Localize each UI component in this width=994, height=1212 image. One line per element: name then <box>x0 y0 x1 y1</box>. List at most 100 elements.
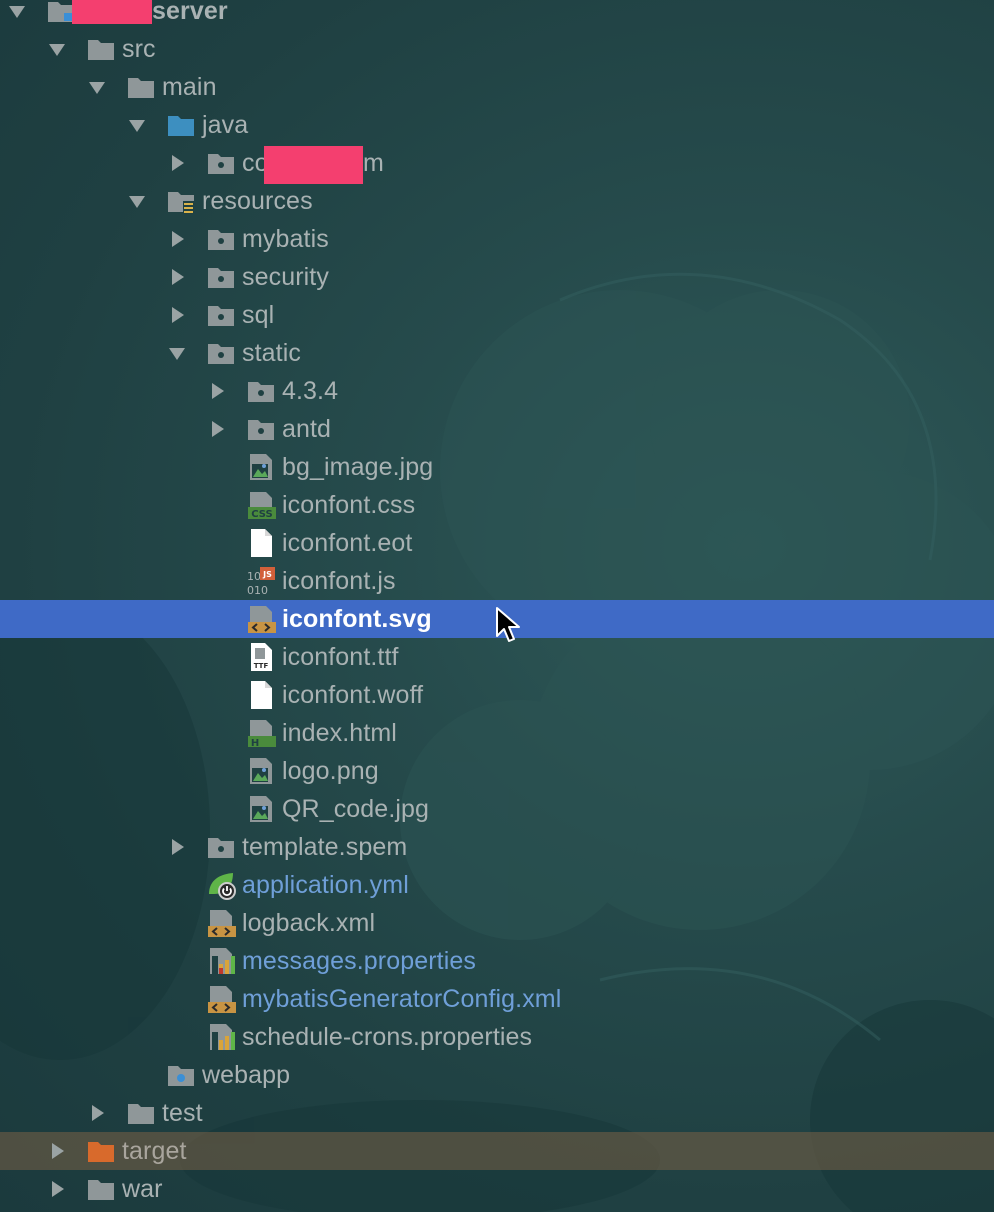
tree-label: messages.properties <box>242 946 476 975</box>
chevron-down-icon[interactable] <box>46 38 68 60</box>
chevron-right-icon[interactable] <box>46 1140 68 1162</box>
tree-label: schedule-crons.properties <box>242 1022 533 1051</box>
chevron-down-icon[interactable] <box>126 114 148 136</box>
tree-row-resources[interactable]: resources <box>0 182 994 220</box>
tree-label: security <box>242 262 329 291</box>
package-icon <box>206 832 236 862</box>
tree-label: sql <box>242 300 275 329</box>
package-icon <box>206 224 236 254</box>
tree-row-schedule-crons[interactable]: schedule-crons.properties <box>0 1018 994 1056</box>
source-root-folder-icon <box>166 110 196 140</box>
tree-row-bg-image[interactable]: bg_image.jpg <box>0 448 994 486</box>
spring-config-icon <box>206 870 236 900</box>
tree-row-security[interactable]: security <box>0 258 994 296</box>
tree-label: 4.3.4 <box>282 376 339 405</box>
tree-row-webapp[interactable]: webapp <box>0 1056 994 1094</box>
chevron-down-icon[interactable] <box>86 76 108 98</box>
tree-label: resources <box>202 186 313 215</box>
package-icon <box>206 262 236 292</box>
mouse-cursor-icon <box>496 607 520 642</box>
tree-row-index-html[interactable]: H index.html <box>0 714 994 752</box>
tree-row-iconfont-js[interactable]: 10 010 JS iconfont.js <box>0 562 994 600</box>
tree-row-package[interactable]: co m <box>0 144 994 184</box>
tree-row-java[interactable]: java <box>0 106 994 144</box>
image-file-icon <box>246 452 276 482</box>
tree-row-sql[interactable]: sql <box>0 296 994 334</box>
chevron-right-icon[interactable] <box>166 152 188 174</box>
tree-label: webapp <box>202 1060 291 1089</box>
chevron-down-icon[interactable] <box>6 0 28 22</box>
tree-row-iconfont-woff[interactable]: iconfont.woff <box>0 676 994 714</box>
properties-file-icon <box>206 1022 236 1052</box>
tree-label: template.spem <box>242 832 408 861</box>
tree-row-target[interactable]: target <box>0 1132 994 1170</box>
chevron-down-icon[interactable] <box>126 190 148 212</box>
chevron-right-icon[interactable] <box>46 1178 68 1200</box>
tree-label: iconfont.ttf <box>282 642 399 671</box>
xml-file-icon <box>206 908 236 938</box>
tree-row-logo-png[interactable]: logo.png <box>0 752 994 790</box>
chevron-right-icon[interactable] <box>166 266 188 288</box>
tree-row-iconfont-css[interactable]: CSS iconfont.css <box>0 486 994 524</box>
tree-row-test[interactable]: test <box>0 1094 994 1132</box>
tree-label: m <box>363 148 384 177</box>
tree-label: java <box>202 110 249 139</box>
package-icon <box>206 338 236 368</box>
svg-text:TTF: TTF <box>254 662 269 670</box>
tree-label: index.html <box>282 718 397 747</box>
tree-label: logback.xml <box>242 908 376 937</box>
web-folder-icon <box>166 1060 196 1090</box>
tree-label: src <box>122 34 156 63</box>
tree-label: antd <box>282 414 332 443</box>
chevron-right-icon[interactable] <box>86 1102 108 1124</box>
tree-row-qr-code[interactable]: QR_code.jpg <box>0 790 994 828</box>
image-file-icon <box>246 794 276 824</box>
chevron-right-icon[interactable] <box>206 418 228 440</box>
tree-row-4-3-4[interactable]: 4.3.4 <box>0 372 994 410</box>
tree-row-messages-properties[interactable]: messages.properties <box>0 942 994 980</box>
chevron-down-icon[interactable] <box>166 342 188 364</box>
tree-row-antd[interactable]: antd <box>0 410 994 448</box>
folder-icon <box>86 1174 116 1204</box>
chevron-right-icon[interactable] <box>166 304 188 326</box>
tree-row-template-spem[interactable]: template.spem <box>0 828 994 866</box>
redaction-block <box>72 0 152 24</box>
tree-row-logback-xml[interactable]: logback.xml <box>0 904 994 942</box>
tree-label: war <box>122 1174 163 1203</box>
package-icon <box>206 148 236 178</box>
tree-label: target <box>122 1136 187 1165</box>
tree-label: static <box>242 338 301 367</box>
tree-row-application-yml[interactable]: application.yml <box>0 866 994 904</box>
properties-file-icon <box>206 946 236 976</box>
binary-js-file-icon: 10 010 JS <box>246 566 276 596</box>
folder-icon <box>86 34 116 64</box>
resources-folder-icon <box>166 186 196 216</box>
tree-row-iconfont-eot[interactable]: iconfont.eot <box>0 524 994 562</box>
tree-row-mybatis-generator-config[interactable]: mybatisGeneratorConfig.xml <box>0 980 994 1018</box>
html-file-icon: H <box>246 718 276 748</box>
tree-label: mybatis <box>242 224 329 253</box>
blank-file-icon <box>246 680 276 710</box>
svg-text:JS: JS <box>262 570 272 579</box>
chevron-right-icon[interactable] <box>166 836 188 858</box>
tree-label: test <box>162 1098 203 1127</box>
tree-label: application.yml <box>242 870 409 899</box>
tree-label: server <box>152 0 228 25</box>
tree-label: mybatisGeneratorConfig.xml <box>242 984 562 1013</box>
redaction-block <box>264 146 363 184</box>
chevron-right-icon[interactable] <box>206 380 228 402</box>
tree-row-src[interactable]: src <box>0 30 994 68</box>
tree-label: QR_code.jpg <box>282 794 430 823</box>
svg-text:10: 10 <box>247 570 261 583</box>
tree-row-root[interactable]: server <box>0 0 994 30</box>
tree-row-mybatis[interactable]: mybatis <box>0 220 994 258</box>
folder-icon <box>126 72 156 102</box>
chevron-right-icon[interactable] <box>166 228 188 250</box>
xml-file-icon <box>206 984 236 1014</box>
tree-row-static[interactable]: static <box>0 334 994 372</box>
tree-row-main[interactable]: main <box>0 68 994 106</box>
tree-row-war[interactable]: war <box>0 1170 994 1208</box>
tree-label: iconfont.js <box>282 566 396 595</box>
svg-text:H: H <box>251 738 259 748</box>
tree-label: logo.png <box>282 756 379 785</box>
